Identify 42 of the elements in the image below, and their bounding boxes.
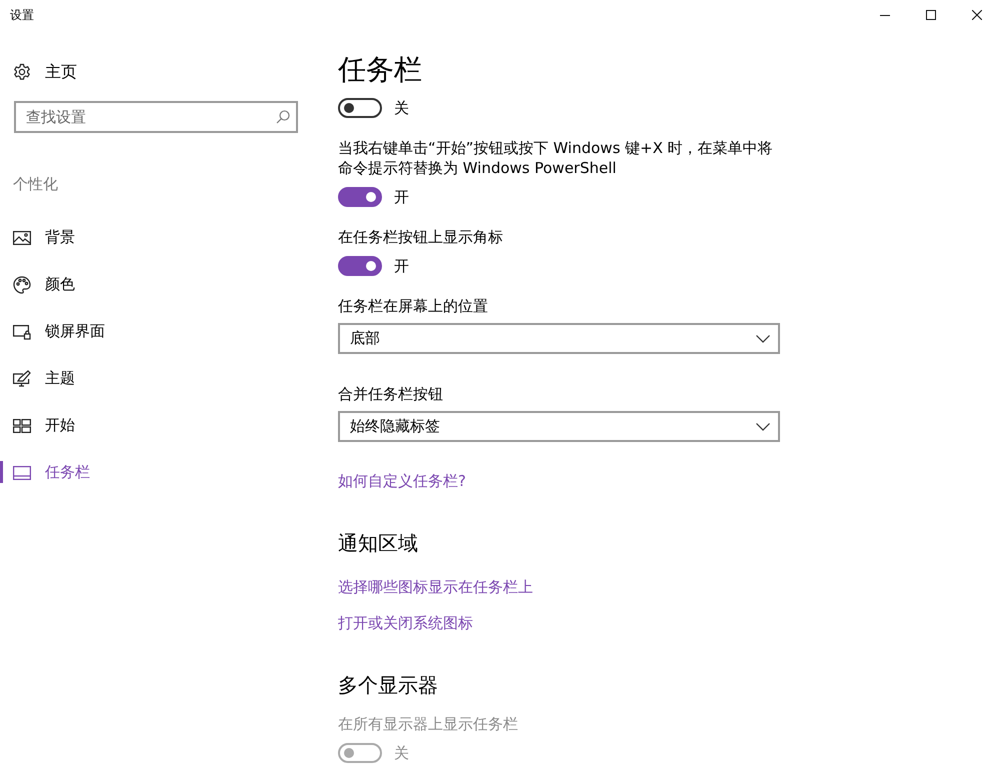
section-heading: 个性化 <box>13 174 59 195</box>
gear-icon <box>13 63 31 81</box>
page-title: 任务栏 <box>338 52 423 88</box>
lock-screen-icon <box>13 324 31 340</box>
toggle-switch[interactable] <box>338 256 382 276</box>
dropdown[interactable]: 始终隐藏标签 <box>338 411 780 442</box>
section-heading: 通知区域 <box>338 530 419 557</box>
chevron-down-icon <box>756 334 770 342</box>
taskbar-icon <box>13 466 31 480</box>
nav-item[interactable]: 锁屏界面 <box>0 308 310 355</box>
home-link[interactable]: 主页 <box>45 62 77 82</box>
palette-icon <box>13 276 31 294</box>
section-heading: 多个显示器 <box>338 672 439 699</box>
brush-monitor-icon <box>13 370 31 387</box>
link[interactable]: 打开或关闭系统图标 <box>338 614 473 633</box>
setting-label: 在所有显示器上显示任务栏 <box>338 714 519 734</box>
nav-item[interactable]: 主题 <box>0 355 310 402</box>
toggle-state: 开 <box>394 188 409 206</box>
setting-label: 在任务栏按钮上显示角标 <box>338 227 504 247</box>
nav-item[interactable]: 开始 <box>0 402 310 449</box>
close-icon <box>972 10 982 20</box>
picture-icon <box>13 230 31 244</box>
link[interactable]: 选择哪些图标显示在任务栏上 <box>338 578 533 597</box>
setting-label: 当我右键单击“开始”按钮或按下 Windows 键+X 时，在菜单中将命令提示符替换为 Windows PowerShell <box>338 138 774 178</box>
window-title: 设置 <box>10 6 35 24</box>
toggle-state: 关 <box>394 744 409 762</box>
nav-item[interactable]: 颜色 <box>0 261 310 308</box>
tiles-icon <box>13 418 31 432</box>
search-icon <box>276 110 290 124</box>
toggle-state: 开 <box>394 256 409 276</box>
toggle-switch[interactable] <box>338 98 382 118</box>
nav-item[interactable]: 任务栏 <box>0 449 310 496</box>
chevron-down-icon <box>756 422 770 430</box>
maximize-icon <box>926 10 936 20</box>
setting-label: 合并任务栏按钮 <box>338 384 444 404</box>
link[interactable]: 如何自定义任务栏? <box>338 472 466 491</box>
dropdown[interactable]: 底部 <box>338 323 780 354</box>
nav-item[interactable]: 背景 <box>0 214 310 261</box>
toggle-state: 关 <box>394 98 409 118</box>
search-field[interactable]: 查找设置 <box>14 101 298 133</box>
setting-label: 任务栏在屏幕上的位置 <box>338 296 489 316</box>
toggle-switch[interactable] <box>338 187 382 207</box>
